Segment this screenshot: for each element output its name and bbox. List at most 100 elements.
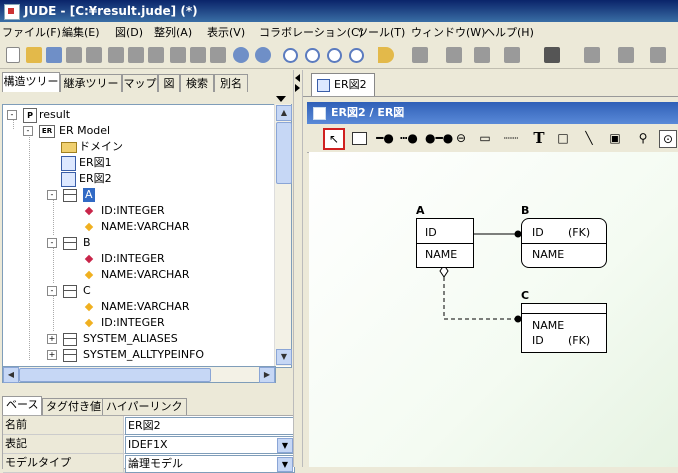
project-icon: P bbox=[23, 108, 37, 123]
menu-tools[interactable]: ツール(T) bbox=[357, 24, 405, 40]
tree-vertical-scrollbar[interactable]: ▲ ▼ bbox=[274, 104, 292, 366]
non-identifying-relationship-tool-icon[interactable]: ┅● bbox=[399, 128, 419, 148]
chevron-down-icon[interactable]: ▼ bbox=[277, 457, 293, 472]
expand-icon[interactable]: + bbox=[47, 334, 57, 344]
menu-file[interactable]: ファイル(F) bbox=[2, 24, 61, 40]
copy-icon[interactable] bbox=[128, 47, 144, 63]
tab-structure-tree[interactable]: 構造ツリー bbox=[2, 72, 60, 92]
window-title: JUDE - [C:¥result.jude] (*) bbox=[24, 4, 198, 18]
entity-icon bbox=[63, 285, 77, 298]
entity-a[interactable]: ID NAME bbox=[416, 218, 474, 268]
property-tabs: ベース タグ付き値 ハイパーリンク bbox=[2, 396, 292, 416]
menu-diagram[interactable]: 図(D) bbox=[115, 24, 143, 40]
print-preview-icon[interactable] bbox=[86, 47, 102, 63]
menu-align[interactable]: 整列(A) bbox=[154, 24, 192, 40]
grid-icon[interactable] bbox=[446, 47, 462, 63]
menu-bar: ファイル(F) 編集(E) 図(D) 整列(A) 表示(V) コラボレーション(… bbox=[0, 22, 678, 41]
forward-arrow-icon[interactable] bbox=[412, 47, 428, 63]
menu-help[interactable]: ヘルプ(H) bbox=[484, 24, 534, 40]
collapse-icon[interactable]: - bbox=[7, 110, 17, 120]
collapse-left-icon[interactable] bbox=[295, 74, 300, 82]
text-tool-icon[interactable]: T bbox=[529, 128, 549, 148]
entity-b[interactable]: ID (FK) NAME bbox=[521, 218, 607, 268]
collapse-icon[interactable]: - bbox=[47, 238, 57, 248]
zoom-in-icon[interactable] bbox=[305, 48, 320, 63]
line-router-icon[interactable] bbox=[618, 47, 634, 63]
collapse-icon[interactable]: - bbox=[47, 286, 57, 296]
open-folder-icon[interactable] bbox=[26, 47, 42, 63]
scroll-left-icon[interactable]: ◀ bbox=[3, 367, 19, 383]
print-icon[interactable] bbox=[66, 47, 82, 63]
diagram-icon bbox=[61, 156, 76, 171]
rectangle-tool-icon[interactable]: □ bbox=[553, 128, 573, 148]
tab-map[interactable]: マップ bbox=[122, 74, 158, 92]
entity-b-attribute: NAME bbox=[532, 248, 565, 261]
redo-icon[interactable] bbox=[255, 47, 271, 63]
align-top-icon[interactable] bbox=[474, 47, 490, 63]
tab-alias[interactable]: 別名 bbox=[214, 74, 248, 92]
diagram-canvas[interactable]: A ID NAME B ID (FK) NAME C NAME ID (FK) bbox=[309, 152, 678, 467]
scroll-down-icon[interactable]: ▼ bbox=[276, 349, 292, 365]
delete-icon[interactable] bbox=[210, 47, 226, 63]
notation-select[interactable]: IDEF1X ▼ bbox=[125, 436, 295, 454]
tab-tagged-values[interactable]: タグ付き値 bbox=[42, 398, 105, 415]
undo-icon[interactable] bbox=[233, 47, 249, 63]
identifying-relationship-tool-icon[interactable]: ━● bbox=[375, 128, 395, 148]
menu-window[interactable]: ウィンドウ(W) bbox=[411, 24, 485, 40]
entity-c[interactable]: NAME ID (FK) bbox=[521, 303, 607, 353]
many-to-many-tool-icon[interactable]: ●━● bbox=[425, 128, 453, 148]
menu-view[interactable]: 表示(V) bbox=[207, 24, 245, 40]
tab-base[interactable]: ベース bbox=[2, 396, 43, 415]
save-icon[interactable] bbox=[46, 47, 62, 63]
tab-hyperlink[interactable]: ハイパーリンク bbox=[102, 398, 187, 415]
line-style-icon[interactable] bbox=[584, 47, 600, 63]
tab-inheritance-tree[interactable]: 継承ツリー bbox=[60, 74, 122, 92]
tab-search[interactable]: 検索 bbox=[180, 74, 214, 92]
zoom-icon[interactable] bbox=[283, 48, 298, 63]
name-field[interactable]: ER図2 bbox=[125, 417, 295, 435]
more-tools-icon[interactable]: ⊙ bbox=[659, 130, 677, 148]
cut-icon[interactable] bbox=[108, 47, 124, 63]
select-tool-icon[interactable]: ↖ bbox=[323, 128, 345, 150]
panel-splitter[interactable] bbox=[293, 70, 303, 467]
diagram-window-title: ER図2 / ER図 bbox=[307, 102, 678, 124]
chevron-down-icon[interactable]: ▼ bbox=[277, 438, 293, 453]
panel-dropdown-icon[interactable] bbox=[276, 96, 286, 102]
scroll-right-icon[interactable]: ▶ bbox=[259, 367, 275, 383]
tab-er-diagram-2[interactable]: ER図2 bbox=[311, 73, 375, 96]
entity-a-label: A bbox=[416, 204, 425, 217]
line-tool-icon[interactable]: ╲ bbox=[579, 128, 599, 148]
attribute-icon bbox=[84, 302, 94, 312]
tab-diagram[interactable]: 図 bbox=[158, 74, 180, 92]
view-tool-icon[interactable]: ▭ bbox=[475, 128, 495, 148]
expand-right-icon[interactable] bbox=[295, 84, 300, 92]
paste-icon[interactable] bbox=[148, 47, 164, 63]
copy-image-icon[interactable] bbox=[170, 47, 186, 63]
scroll-thumb[interactable] bbox=[276, 122, 292, 184]
tree-layout-icon[interactable] bbox=[650, 47, 666, 63]
pin-tool-icon[interactable]: ⚲ bbox=[633, 128, 653, 148]
model-type-select[interactable]: 論理モデル ▼ bbox=[125, 455, 295, 473]
collapse-icon[interactable]: - bbox=[47, 190, 57, 200]
fill-color-icon[interactable] bbox=[544, 47, 560, 63]
entity-a-key: ID bbox=[425, 226, 437, 239]
zoom-fit-icon[interactable] bbox=[349, 48, 364, 63]
zoom-out-icon[interactable] bbox=[327, 48, 342, 63]
dashed-line-tool-icon[interactable]: ┈┈ bbox=[501, 128, 521, 148]
new-file-icon[interactable] bbox=[6, 47, 20, 63]
menu-collaboration[interactable]: コラボレーション(C) bbox=[259, 24, 363, 40]
subtype-tool-icon[interactable]: ⊖ bbox=[451, 128, 471, 148]
entity-a-attribute: NAME bbox=[425, 248, 458, 261]
back-arrow-icon[interactable] bbox=[378, 47, 394, 63]
non-identifying-relationship-line[interactable] bbox=[443, 277, 517, 320]
scroll-up-icon[interactable]: ▲ bbox=[276, 105, 292, 121]
tree-horizontal-scrollbar[interactable]: ◀ ▶ bbox=[2, 366, 276, 383]
collapse-icon[interactable]: - bbox=[23, 126, 33, 136]
align-left-icon[interactable] bbox=[504, 47, 520, 63]
expand-icon[interactable]: + bbox=[47, 350, 57, 360]
menu-edit[interactable]: 編集(E) bbox=[62, 24, 100, 40]
scroll-thumb[interactable] bbox=[19, 368, 211, 382]
image-tool-icon[interactable]: ▣ bbox=[605, 128, 625, 148]
entity-tool-icon[interactable] bbox=[349, 128, 369, 148]
paste-image-icon[interactable] bbox=[190, 47, 206, 63]
